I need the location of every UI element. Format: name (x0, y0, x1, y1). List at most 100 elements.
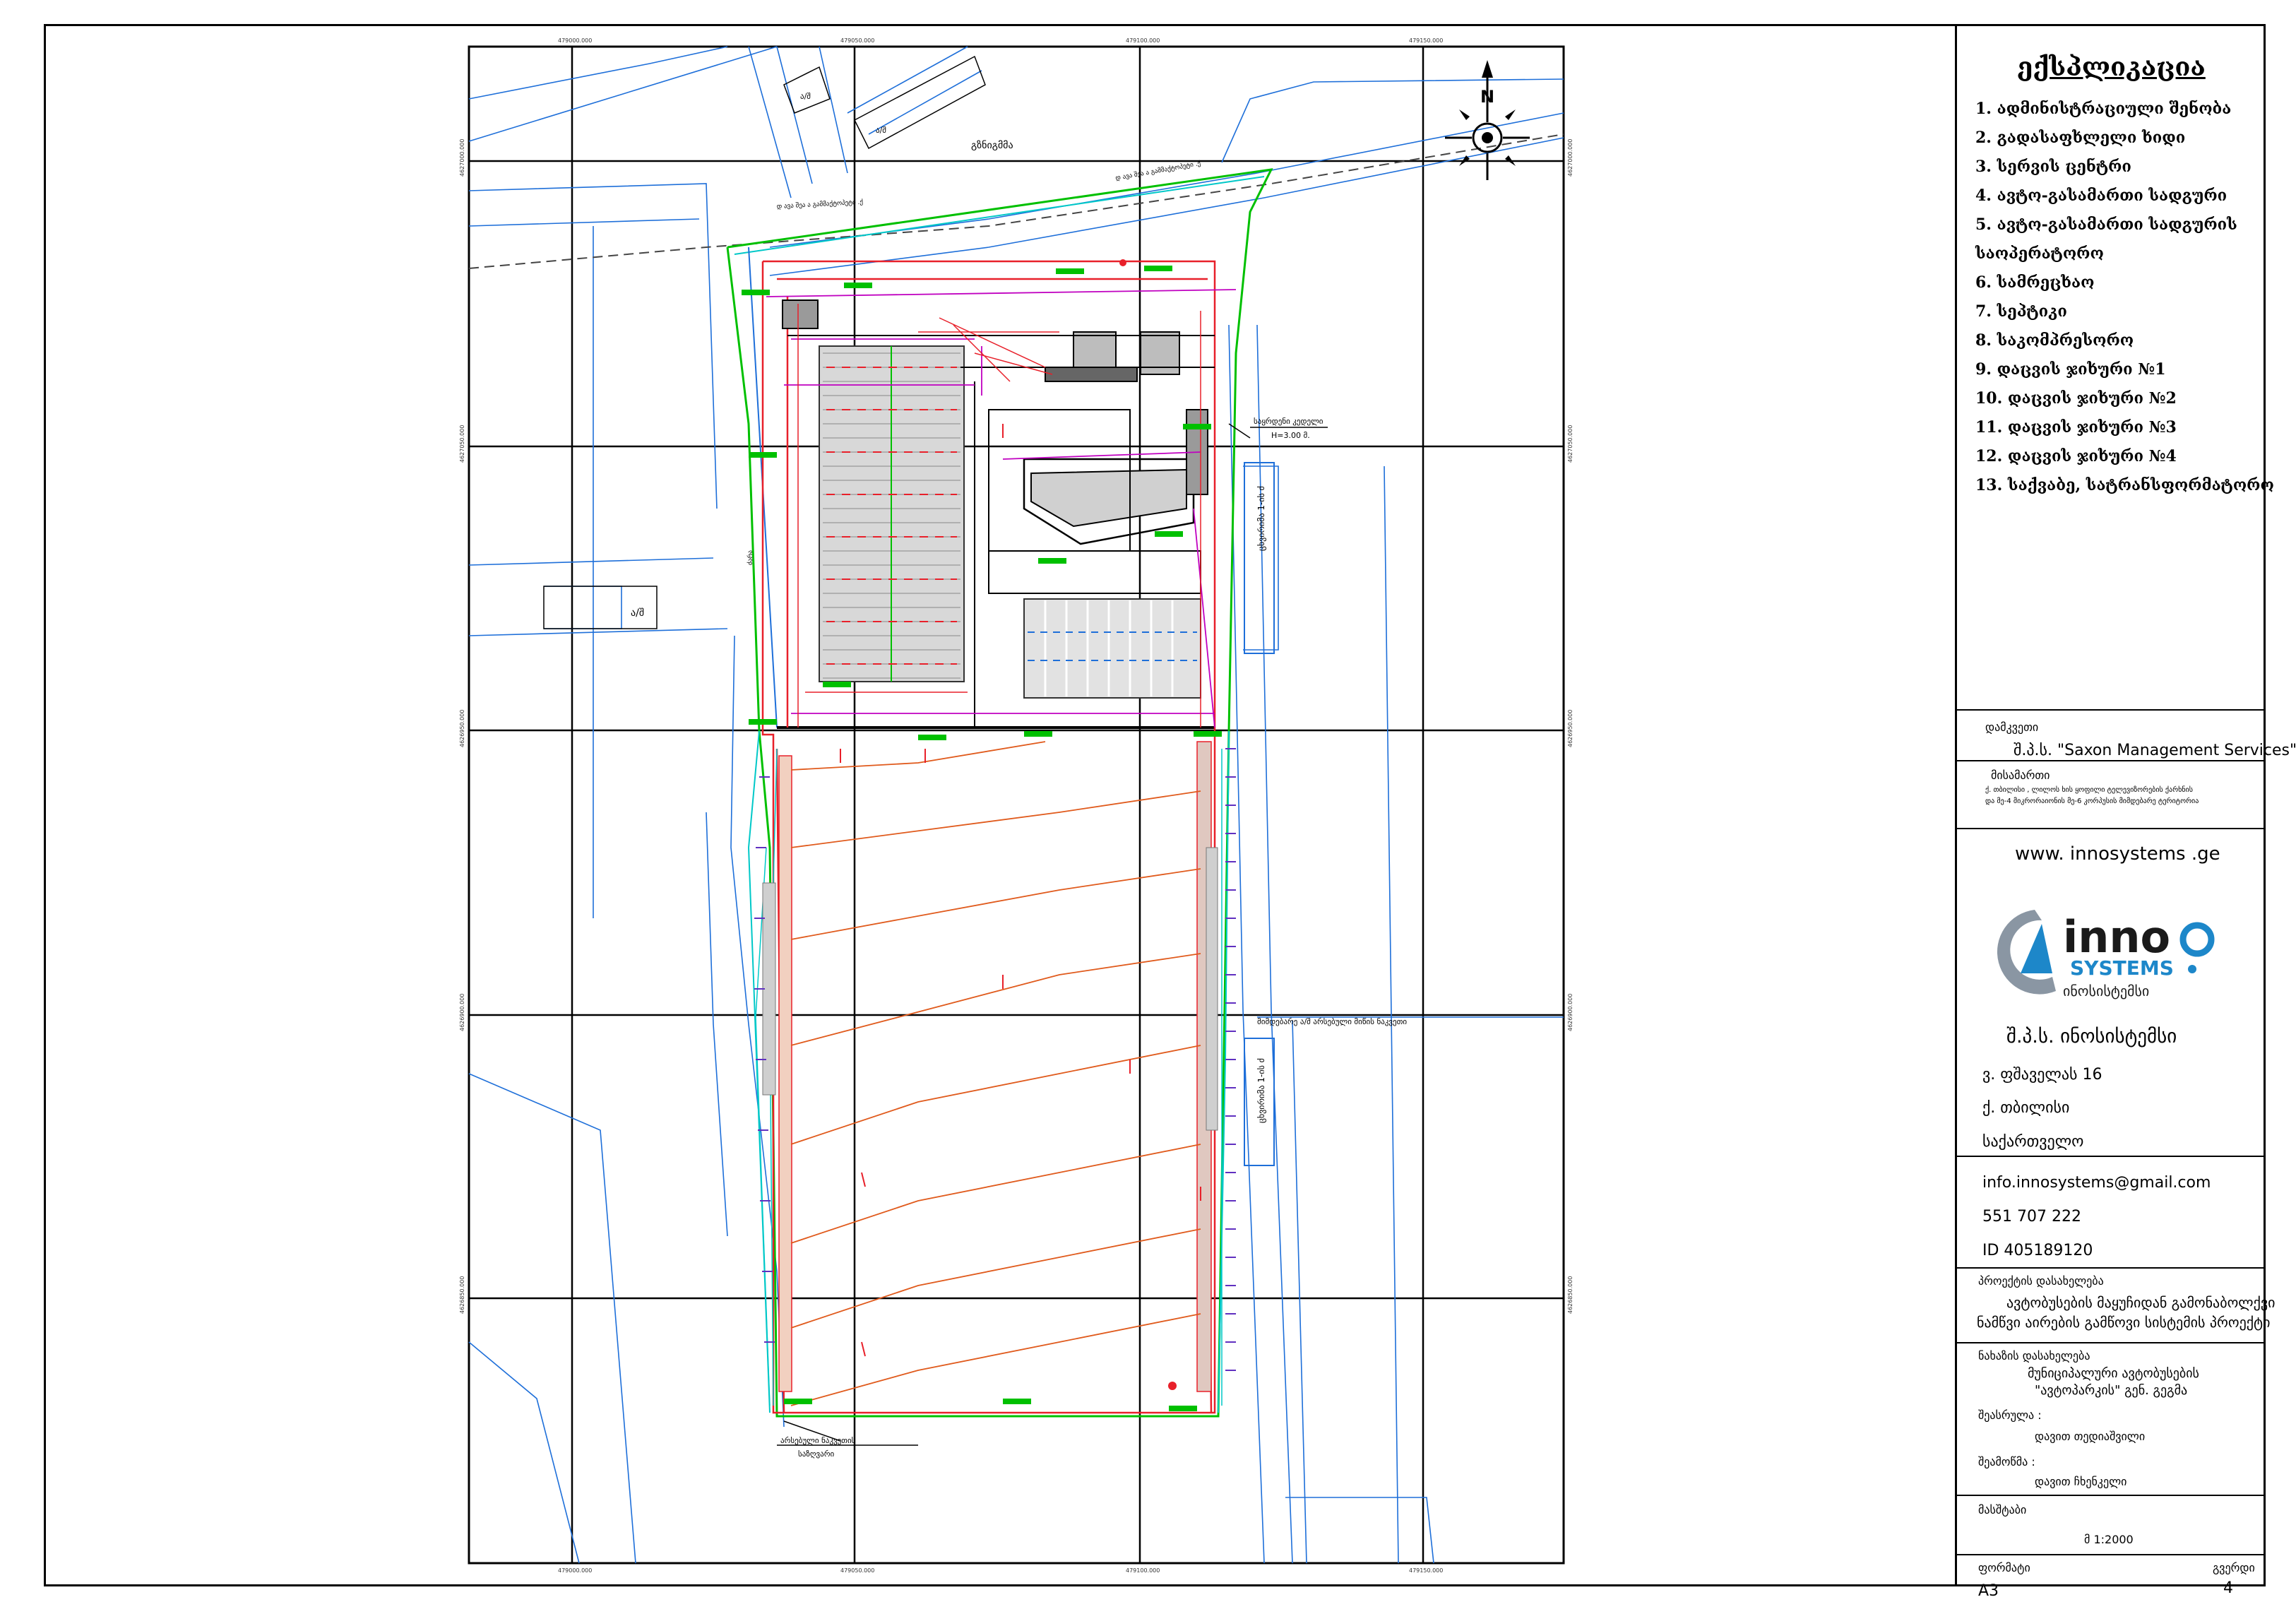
address-label: მისამართი (1991, 769, 2050, 782)
client-label: დამკვეთი (1985, 720, 2039, 734)
edge-markers (754, 748, 1236, 1371)
marker-red-1 (1168, 1382, 1177, 1390)
contact-section: info.innosystems@gmail.com 551 707 222 I… (1957, 1156, 2266, 1262)
address-line-2: და მე-4 მიკრორაიონის მე-6 კორპუსის მიმდე… (1985, 797, 2199, 805)
contact-phone: 551 707 222 (1982, 1208, 2081, 1226)
coord-right-4: 4626900.000 (1567, 994, 1574, 1031)
coord-bottom-4: 479150.000 (1409, 1567, 1443, 1574)
neighbor-plot-label: მიმდებარე ა/შ არსებული მიწის ნაკვეთი (1257, 1017, 1407, 1026)
project-line-1: ავტობუსების მაყუჩიდან გამონაბოლქვი (2006, 1294, 2276, 1311)
boundary-note-1: არსებული ნაკვეთის (780, 1436, 856, 1445)
boundary-callout: არსებული ნაკვეთის საზღვარი (777, 1420, 918, 1459)
channel-label-upper: ცხვირიმა 1-ის ძ (1256, 486, 1266, 551)
drawing-line-1: მუნიციპალური ავტობუსების (2028, 1366, 2199, 1381)
drawing-label: ნახაზის დასახელება (1978, 1349, 2090, 1363)
coord-right-2: 4627050.000 (1567, 425, 1574, 463)
legend-list: 1. ადმინისტრაციული შენობა 2. გადასაფხლელ… (1975, 95, 2274, 500)
svg-text:N: N (1480, 87, 1494, 107)
checked-label: შეამოწმა : (1978, 1455, 2035, 1468)
legend-item: 9. დაცვის ჯიხური №1 (1975, 360, 2166, 379)
legend-item: 4. ავტო-გასამართი სადგური (1975, 186, 2227, 205)
retaining-wall-callout: საყრდენი კედელი H=3.00 მ. (1228, 417, 1328, 440)
building-label-a: ა/შ (800, 92, 811, 101)
performed-value: დავით თედიაშვილი (2035, 1430, 2146, 1443)
cadastral-lines (468, 46, 1564, 1564)
logo-systems: SYSTEMS (2070, 956, 2174, 980)
street-label-top: გზნიგმმა (971, 140, 1013, 151)
road-label-lower: დ ავა შეა ა გამმაქტოპეტი .ქ (777, 198, 864, 210)
company-country: საქართველო (1982, 1133, 2084, 1151)
company-street: ვ. ფშაველას 16 (1982, 1066, 2102, 1084)
legend-item: 8. საკომპრესორო (1975, 331, 2134, 350)
legend-item: 11. დაცვის ჯიხური №3 (1975, 418, 2177, 437)
coord-bottom-2: 479050.000 (840, 1567, 874, 1574)
address-line-1: ქ. თბილისი , ლილოს ხის ყოფილი ტელევიზორე… (1985, 786, 2193, 794)
coord-bottom-3: 479100.000 (1126, 1567, 1160, 1574)
marker-red-2 (1119, 259, 1126, 266)
coord-left-4: 4626900.000 (459, 994, 465, 1031)
legend-item: 10. დაცვის ჯიხური №2 (1975, 389, 2177, 408)
company-city: ქ. თბილისი (1982, 1099, 2070, 1117)
format-section: ფორმატი A3 გვერდი 4 (1957, 1554, 2266, 1600)
coord-top-1: 479000.000 (558, 37, 592, 44)
coordinate-grid (469, 47, 1564, 1563)
boundary-note-2: საზღვარი (798, 1449, 834, 1459)
scale-section: მასშტაბი მ 1:2000 (1957, 1495, 2266, 1557)
coord-right-5: 4626850.000 (1567, 1276, 1574, 1314)
scale-label: მასშტაბი (1978, 1503, 2027, 1517)
bus-parking-right (1023, 598, 1201, 699)
coord-right-1: 4627000.000 (1567, 139, 1574, 177)
format-label: ფორმატი (1978, 1561, 2030, 1574)
legend-item: 2. გადასაფხლელი ხიდი (1975, 129, 2186, 147)
project-line-2: ნამწვი აირების გამწოვი სისტემის პროექტი (1977, 1314, 2271, 1331)
scale-value: მ 1:2000 (2084, 1533, 2134, 1546)
client-value: შ.პ.ს. "Saxon Management Services" (2014, 742, 2296, 759)
legend-item: 7. სეპტიკი (1975, 302, 2067, 321)
page-value: 4 (2223, 1579, 2233, 1597)
logo-georgian: ინოსისტემსი (2063, 983, 2149, 999)
legend-item: 3. სერვის ცენტრი (1975, 158, 2131, 176)
coord-left-2: 4627050.000 (459, 425, 465, 463)
retaining-wall (762, 741, 1218, 1392)
legend-item: 6. სამრეცხაო (1975, 273, 2095, 292)
drawing-line-2: "ავტოპარკის" გენ. გეგმა (2035, 1383, 2188, 1398)
road-label-upper: დ ავა შეა ა გამმაქტოპეტი .ქ (1115, 160, 1202, 182)
inner-roads (755, 748, 1223, 1406)
coord-bottom-1: 479000.000 (558, 1567, 592, 1574)
performed-label: შეასრულა : (1978, 1408, 2042, 1422)
building-label-c: ა/შ (631, 607, 644, 619)
format-value: A3 (1978, 1582, 1999, 1600)
logo-inno: inno (2063, 911, 2170, 963)
legend-item: 1. ადმინისტრაციული შენობა (1975, 100, 2232, 118)
coord-top-4: 479150.000 (1409, 37, 1443, 44)
company-logo: inno SYSTEMS ინოსისტემსი (1992, 896, 2225, 1002)
channel-label-lower: ცხვირიმა 1-ის ძ (1256, 1058, 1266, 1123)
building-label-b: ა/შ (876, 126, 886, 135)
bus-parking-left (819, 345, 965, 682)
contact-id: ID 405189120 (1982, 1242, 2093, 1259)
coord-left-5: 4626850.000 (459, 1276, 465, 1314)
coord-top-2: 479050.000 (840, 37, 874, 44)
company-section: www. innosystems .ge (1957, 828, 2266, 1181)
legend-item: 13. საქვაბე, სატრანსფორმატორო (1975, 476, 2274, 494)
title-block: ექსპლიკაცია 1. ადმინისტრაციული შენობა 2.… (1955, 24, 2296, 1600)
retaining-wall-label-2: H=3.00 მ. (1271, 431, 1310, 440)
contact-email: info.innosystems@gmail.com (1982, 1174, 2211, 1192)
north-arrow: N (1445, 60, 1530, 180)
drawing-frame (468, 45, 1565, 1565)
legend-item: 12. დაცვის ჯიხური №4 (1975, 447, 2177, 465)
website: www. innosystems .ge (2015, 843, 2220, 865)
company-name: შ.პ.ს. ინოსისტემსი (2006, 1026, 2177, 1048)
coord-top-3: 479100.000 (1126, 37, 1160, 44)
legend-title: ექსპლიკაცია (2017, 52, 2206, 82)
coord-left-3: 4626950.000 (459, 710, 465, 747)
road-axis-dashed (468, 133, 1564, 269)
site-plan-drawing: 479000.000 479050.000 479100.000 479150.… (459, 37, 1574, 1574)
legend-item: 5. ავტო-გასამართი სადგურის (1975, 215, 2237, 234)
legend-item: საოპერატორო (1975, 244, 2104, 263)
project-label: პროექტის დასახელება (1978, 1274, 2104, 1288)
project-section: პროექტის დასახელება ავტობუსების მაყუჩიდა… (1957, 1267, 2275, 1345)
coord-left-1: 4627000.000 (459, 139, 465, 177)
checked-value: დავით ჩხენკელი (2035, 1475, 2127, 1488)
page-label: გვერდი (2213, 1561, 2255, 1574)
